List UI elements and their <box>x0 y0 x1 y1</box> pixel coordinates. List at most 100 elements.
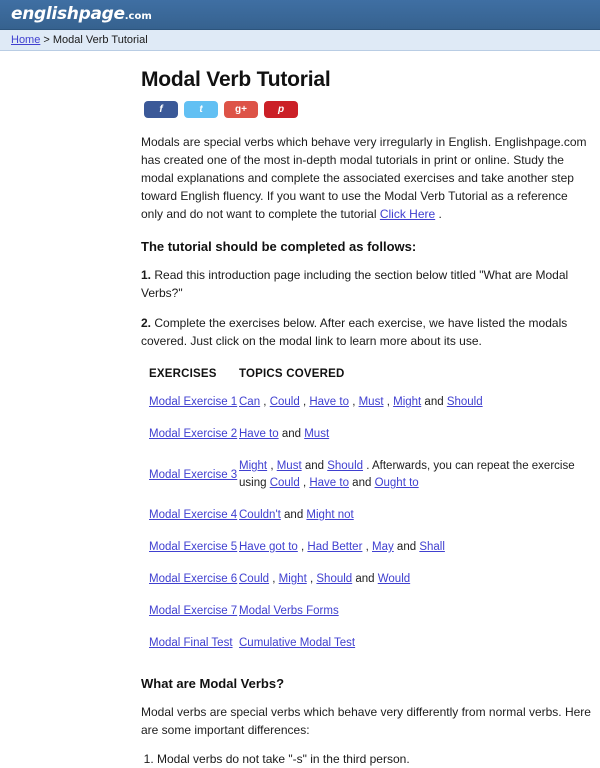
modal-link[interactable]: Modal Verbs Forms <box>239 605 339 617</box>
modal-link[interactable]: Ought to <box>375 477 419 489</box>
topics-text: and <box>352 573 378 585</box>
table-row: Modal Exercise 2 Have to and Must <box>149 426 600 458</box>
table-row: Modal Final Test Cumulative Modal Test <box>149 635 600 667</box>
topics-cell: Can , Could , Have to , Must , Might and… <box>239 394 600 426</box>
topics-text: and <box>348 477 375 489</box>
topics-text: , <box>383 396 394 408</box>
topics-text: , <box>260 396 270 408</box>
modal-link[interactable]: Have to <box>309 396 349 408</box>
intro-text-part1: Modals are special verbs which behave ve… <box>141 135 587 221</box>
breadcrumb-home-link[interactable]: Home <box>11 34 40 46</box>
modal-link[interactable]: Could <box>270 396 300 408</box>
table-row: Modal Exercise 5 Have got to , Had Better… <box>149 539 600 571</box>
exercise-link[interactable]: Modal Exercise 7 <box>149 605 237 617</box>
topics-text: , <box>269 573 279 585</box>
topics-text: , <box>267 460 277 472</box>
modal-link[interactable]: Should <box>447 396 483 408</box>
site-logo[interactable]: englishpage.com <box>11 6 152 23</box>
exercise-link[interactable]: Modal Exercise 4 <box>149 509 237 521</box>
topics-text: , <box>349 396 359 408</box>
breadcrumb-separator: > <box>40 34 53 46</box>
modal-link[interactable]: Should <box>327 460 363 472</box>
topics-cell: Have got to , Had Better , May and Shall <box>239 539 600 571</box>
table-header-row: EXERCISES TOPICS COVERED <box>149 368 600 394</box>
googleplus-share-button[interactable]: g+ <box>224 101 258 118</box>
topics-text: and <box>278 428 305 440</box>
topics-text: and <box>301 460 328 472</box>
step-one-text: Read this introduction page including th… <box>141 268 569 300</box>
exercise-link[interactable]: Modal Exercise 5 <box>149 541 237 553</box>
exercise-link[interactable]: Modal Exercise 3 <box>149 469 237 481</box>
modal-link[interactable]: Couldn't <box>239 509 281 521</box>
topics-text: and <box>393 541 420 553</box>
column-header-topics: TOPICS COVERED <box>239 368 345 380</box>
modal-link[interactable]: Have to <box>309 477 349 489</box>
modal-link[interactable]: Shall <box>419 541 445 553</box>
exercise-cell: Modal Exercise 1 <box>149 394 239 426</box>
exercise-cell: Modal Exercise 3 <box>149 458 239 507</box>
topics-cell: Couldn't and Might not <box>239 507 600 539</box>
what-are-modal-verbs-heading: What are Modal Verbs? <box>141 676 285 691</box>
page-title: Modal Verb Tutorial <box>141 68 331 91</box>
modal-link[interactable]: Might <box>279 573 307 585</box>
breadcrumb: Home > Modal Verb Tutorial <box>0 30 600 51</box>
modal-link[interactable]: Must <box>359 396 384 408</box>
breadcrumb-current: Modal Verb Tutorial <box>52 34 148 46</box>
modal-link[interactable]: Had Better <box>307 541 362 553</box>
modal-link[interactable]: Might <box>239 460 267 472</box>
exercise-link[interactable]: Modal Exercise 2 <box>149 428 237 440</box>
modal-link[interactable]: Cumulative Modal Test <box>239 637 355 649</box>
what-are-intro-paragraph: Modal verbs are special verbs which beha… <box>141 705 591 737</box>
table-row: Modal Exercise 4 Couldn't and Might not <box>149 507 600 539</box>
exercise-cell: Modal Exercise 6 <box>149 571 239 603</box>
topics-cell: Could , Might , Should and Would <box>239 571 600 603</box>
step-one-number: 1. <box>141 268 152 282</box>
table-row: Modal Exercise 7 Modal Verbs Forms <box>149 603 600 635</box>
modal-link[interactable]: Have to <box>239 428 279 440</box>
exercise-link[interactable]: Modal Exercise 6 <box>149 573 237 585</box>
modal-link[interactable]: Have got to <box>239 541 298 553</box>
twitter-share-button[interactable]: t <box>184 101 218 118</box>
modal-link[interactable]: Could <box>239 573 269 585</box>
table-row: Modal Exercise 6 Could , Might , Should a… <box>149 571 600 603</box>
exercises-table: EXERCISES TOPICS COVERED Modal Exercise … <box>149 368 600 667</box>
table-row: Modal Exercise 3 Might , Must and Should … <box>149 458 600 507</box>
exercise-cell: Modal Exercise 4 <box>149 507 239 539</box>
pinterest-share-button[interactable]: p <box>264 101 298 118</box>
topics-text: , <box>306 573 317 585</box>
topics-cell: Have to and Must <box>239 426 600 458</box>
steps-heading: The tutorial should be completed as foll… <box>141 239 417 254</box>
breadcrumb-text: Home > Modal Verb Tutorial <box>11 34 148 46</box>
modal-link[interactable]: Might <box>393 396 421 408</box>
site-logo-tld: .com <box>124 11 152 22</box>
modal-verb-notes-list: Modal verbs do not take "-s" in the thir… <box>141 750 594 768</box>
table-row: Modal Exercise 1 Can , Could , Have to , … <box>149 394 600 426</box>
modal-link[interactable]: Must <box>304 428 329 440</box>
modal-link[interactable]: Can <box>239 396 260 408</box>
exercise-link[interactable]: Modal Exercise 1 <box>149 396 237 408</box>
topics-text: , <box>362 541 372 553</box>
intro-text-part2: . <box>435 207 442 221</box>
modal-link[interactable]: Could <box>270 477 300 489</box>
exercise-link[interactable]: Modal Final Test <box>149 637 233 649</box>
modal-link[interactable]: Must <box>277 460 302 472</box>
topics-text: and <box>280 509 307 521</box>
site-logo-name: englishpage <box>11 4 125 24</box>
page-content: Modal Verb Tutorial f t g+ p Modals are … <box>0 51 600 768</box>
topics-cell: Cumulative Modal Test <box>239 635 600 667</box>
modal-link[interactable]: Might not <box>306 509 353 521</box>
step-two: 2. Complete the exercises below. After e… <box>141 314 593 350</box>
topics-cell: Modal Verbs Forms <box>239 603 600 635</box>
modal-link[interactable]: May <box>372 541 394 553</box>
step-one: 1. Read this introduction page including… <box>141 266 593 302</box>
click-here-link[interactable]: Click Here <box>380 207 435 221</box>
exercise-cell: Modal Final Test <box>149 635 239 667</box>
list-item: Modal verbs do not take "-s" in the thir… <box>157 750 594 768</box>
exercise-cell: Modal Exercise 2 <box>149 426 239 458</box>
topics-text: and <box>421 396 447 408</box>
topics-cell: Might , Must and Should . Afterwards, yo… <box>239 458 600 507</box>
modal-link[interactable]: Should <box>316 573 352 585</box>
intro-paragraph: Modals are special verbs which behave ve… <box>141 133 593 223</box>
facebook-share-button[interactable]: f <box>144 101 178 118</box>
modal-link[interactable]: Would <box>378 573 410 585</box>
